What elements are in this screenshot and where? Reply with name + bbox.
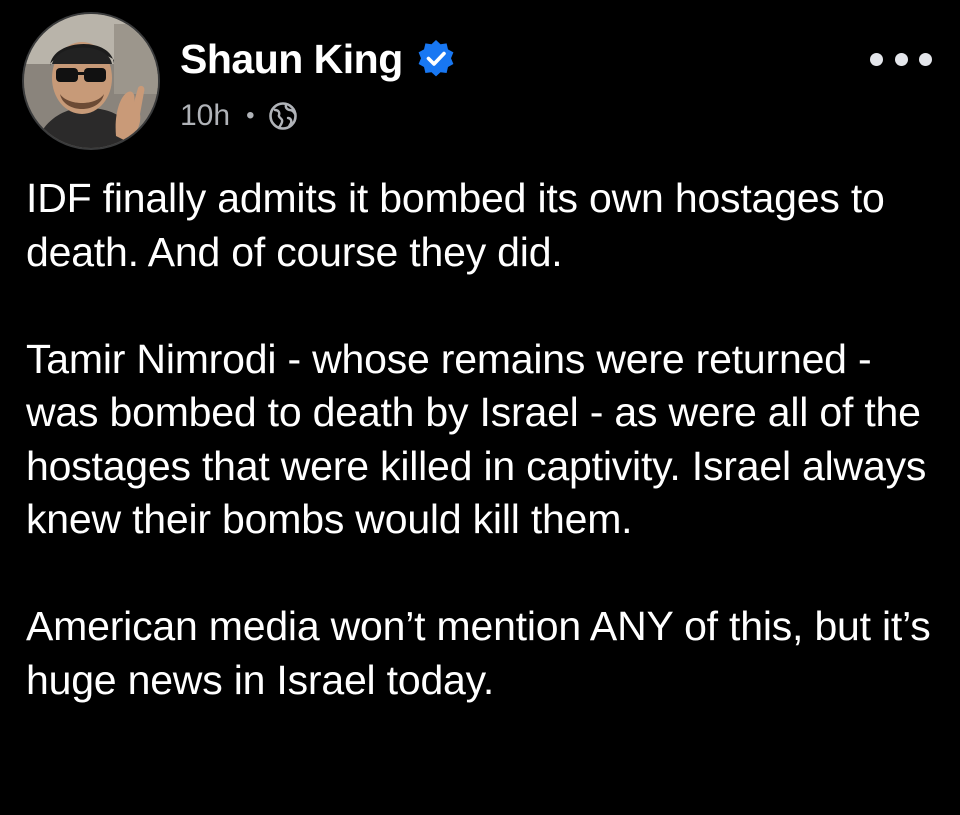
globe-icon[interactable] — [268, 101, 298, 131]
post-paragraph: American media won’t mention ANY of this… — [26, 603, 931, 703]
avatar[interactable] — [22, 12, 160, 150]
author-name-row: Shaun King — [180, 34, 457, 84]
post-card: Shaun King 10h • IDF finally admits it b… — [0, 0, 960, 815]
avatar-photo — [24, 14, 158, 148]
more-options-icon — [870, 52, 883, 66]
post-header: Shaun King 10h • — [22, 12, 938, 152]
meta-separator: • — [246, 102, 255, 129]
post-timestamp[interactable]: 10h — [180, 101, 230, 131]
author-name[interactable]: Shaun King — [180, 38, 403, 80]
post-meta: 10h • — [180, 96, 298, 136]
post-paragraph: IDF finally admits it bombed its own hos… — [26, 175, 885, 275]
post-paragraph: Tamir Nimrodi - whose remains were retur… — [26, 335, 927, 543]
post-text: IDF finally admits it bombed its own hos… — [26, 172, 938, 707]
verified-badge-icon — [415, 38, 457, 80]
more-options-button[interactable] — [870, 44, 932, 74]
